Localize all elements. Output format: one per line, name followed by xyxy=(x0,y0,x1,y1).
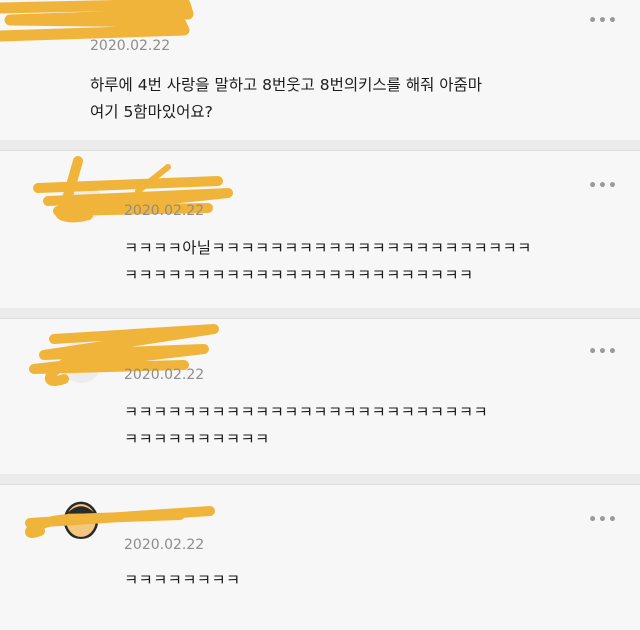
more-options-icon[interactable]: ••• xyxy=(588,505,618,535)
comment-text: 하루에 4번 사랑을 말하고 8번웃고 8번의키스를 해줘 아줌마 여기 5함마… xyxy=(90,76,483,121)
more-options-icon[interactable]: ••• xyxy=(588,337,618,367)
comment-date: 2020.02.22 xyxy=(124,537,205,553)
comment-text: ㅋㅋㅋㅋㅋㅋㅋㅋㅋㅋㅋㅋㅋㅋㅋㅋㅋㅋㅋㅋㅋㅋㅋㅋㅋ ㅋㅋㅋㅋㅋㅋㅋㅋㅋㅋ xyxy=(124,403,489,448)
comment-date: 2020.02.22 xyxy=(124,203,205,219)
comment-text: ㅋㅋㅋㅋ아닐ㅋㅋㅋㅋㅋㅋㅋㅋㅋㅋㅋㅋㅋㅋㅋㅋㅋㅋㅋㅋㅋㅋ ㅋㅋㅋㅋㅋㅋㅋㅋㅋㅋㅋ… xyxy=(124,239,532,284)
more-options-icon[interactable]: ••• xyxy=(588,171,618,201)
comment-item: 2020.02.22 ••• 하루에 4번 사랑을 말하고 8번웃고 8번의키스… xyxy=(0,0,640,140)
comment-item: 2020.02.22 ••• ㅋㅋㅋㅋ아닐ㅋㅋㅋㅋㅋㅋㅋㅋㅋㅋㅋㅋㅋㅋㅋㅋㅋㅋㅋ… xyxy=(0,150,640,308)
comment-date: 2020.02.22 xyxy=(90,38,171,54)
comment-text: ㅋㅋㅋㅋㅋㅋㅋㅋ xyxy=(124,571,241,589)
comment-item: 2020.02.22 ••• ㅋㅋㅋㅋㅋㅋㅋㅋㅋㅋㅋㅋㅋㅋㅋㅋㅋㅋㅋㅋㅋㅋㅋㅋㅋ… xyxy=(0,318,640,474)
more-options-icon[interactable]: ••• xyxy=(588,6,618,36)
comment-date: 2020.02.22 xyxy=(124,367,205,383)
redaction-scribble xyxy=(33,156,233,223)
comment-item: 2020.02.22 ••• ㅋㅋㅋㅋㅋㅋㅋㅋ xyxy=(0,484,640,630)
redaction-scribble xyxy=(29,324,219,386)
